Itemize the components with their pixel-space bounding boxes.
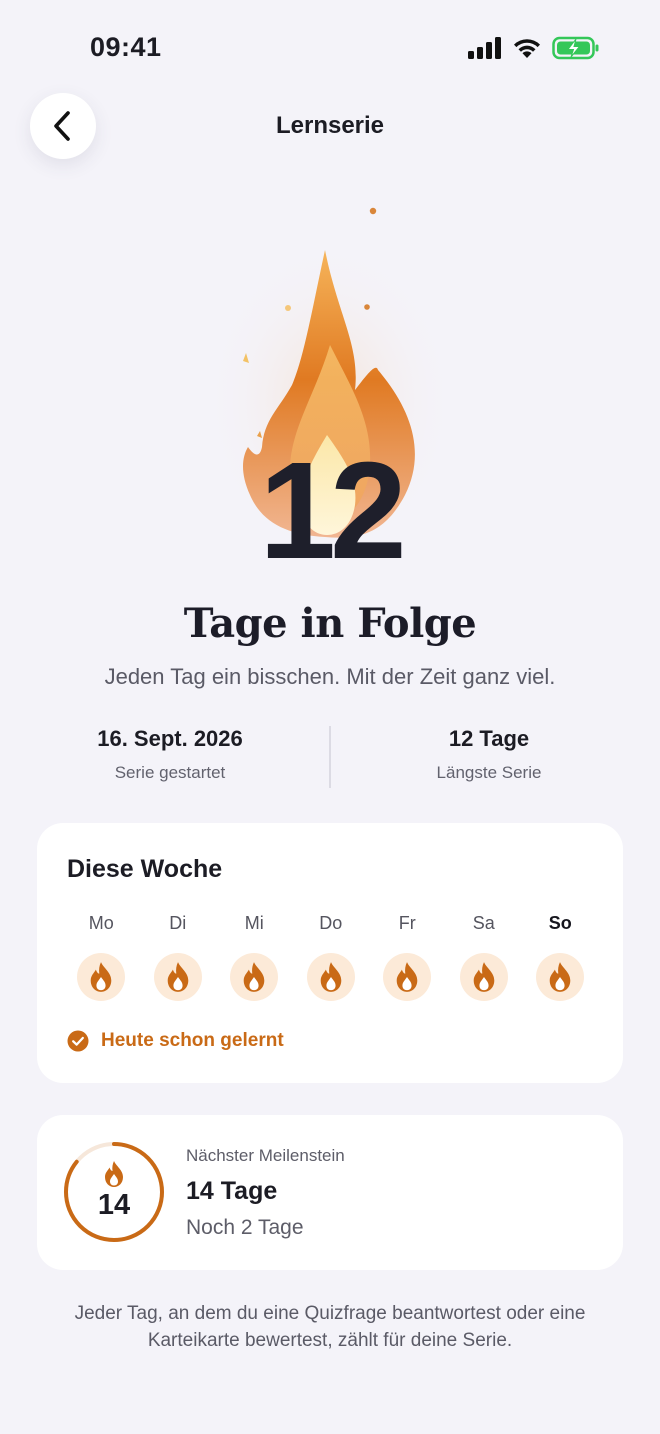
flame-icon [167,962,189,992]
week-day-label: Do [319,913,343,933]
week-day-label: Sa [472,913,495,933]
week-card: Diese Woche Mo Di Mi Do Fr Sa So Heute schon g… [37,823,623,1083]
week-day-label: Mi [244,913,264,933]
week-days: Mo Di Mi Do Fr Sa So [63,913,603,1001]
milestone-value: 14 Tage [186,1177,278,1205]
day-flame-badge [230,953,279,1001]
wifi-icon [514,39,540,58]
week-day-label: So [548,913,572,933]
week-day-label: Fr [398,913,416,933]
milestone-target: 14 [97,1189,131,1221]
week-day-fr: Fr [369,913,446,1001]
milestone-card: 14 Nächster Meilenstein 14 Tage Noch 2 T… [37,1115,623,1270]
learned-today-status: Heute schon gelernt [67,1030,284,1052]
milestone-label: Nächster Meilenstein [186,1146,345,1165]
day-flame-badge [153,953,202,1001]
day-flame-badge [383,953,432,1001]
week-day-sa: Sa [446,913,523,1001]
stat-started-label: Serie gestartet [114,763,226,782]
status-icons [468,36,600,60]
signal-icon [468,37,501,59]
status-time: 09:41 [90,32,162,62]
status-bar: 09:41 [0,0,660,96]
flame-icon [396,962,418,992]
week-day-do: Do [293,913,370,1001]
stats-divider [329,726,331,788]
flame-icon [243,962,265,992]
streak-footnote: Jeder Tag, an dem du eine Quizfrage bean… [74,1303,586,1351]
week-day-label: Mo [88,913,114,933]
check-circle-icon [67,1030,89,1052]
flame-icon [473,962,495,992]
streak-stats: 16. Sept. 2026 Serie gestartet 12 Tage L… [0,726,660,788]
week-day-mi: Mi [216,913,293,1001]
stat-started-value: 16. Sept. 2026 [97,726,243,751]
stat-longest-value: 12 Tage [448,726,530,751]
day-flame-badge [77,953,126,1001]
page-title: Lernserie [275,112,385,139]
flame-icon [549,962,571,992]
week-day-mo: Mo [63,913,140,1001]
battery-charging-icon [552,36,599,60]
day-flame-badge [459,953,508,1001]
day-flame-badge [306,953,355,1001]
stat-longest-label: Längste Serie [436,763,542,782]
week-title: Diese Woche [67,855,223,883]
streak-subline: Jeden Tag ein bisschen. Mit der Zeit gan… [104,664,556,689]
day-flame-badge [536,953,585,1001]
week-day-label: Di [169,913,187,933]
stat-longest: 12 Tage Längste Serie [339,726,639,783]
flame-icon [320,962,342,992]
week-day-di: Di [140,913,217,1001]
learned-today-text: Heute schon gelernt [101,1030,284,1051]
stat-started: 16. Sept. 2026 Serie gestartet [20,726,320,783]
flame-icon [90,962,112,992]
streak-headline: Tage in Folge [183,600,477,647]
streak-count: 12 [259,434,407,588]
week-day-so: So [522,913,599,1001]
flame-icon [105,1161,123,1187]
milestone-remaining: Noch 2 Tage [186,1216,304,1239]
